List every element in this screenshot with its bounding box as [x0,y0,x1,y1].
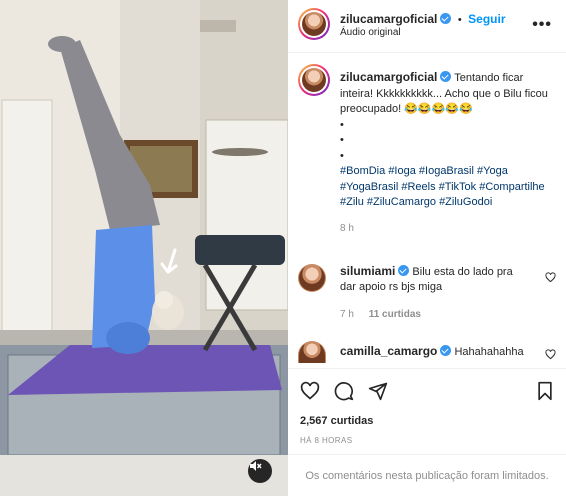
instagram-post-view: zilucamargoficial • Seguir Áudio origina… [0,0,566,496]
verified-badge-icon [440,13,452,24]
action-bar [288,368,566,409]
comment-text: Hahahahahha [454,346,524,358]
like-count[interactable]: 2,567 curtidas [300,415,373,427]
hashtag-link[interactable]: #Compartilhe [479,181,544,193]
hashtag-link[interactable]: #Zilu [340,196,364,208]
heart-icon[interactable] [545,349,556,360]
heart-icon [300,381,320,400]
post-timestamp[interactable]: HÁ 8 HORAS [300,436,352,445]
post-caption: zilucamargoficial Tentando ficar inteira… [340,70,550,236]
share-icon [368,382,388,401]
more-options-button[interactable]: ••• [532,16,552,34]
hashtag-link[interactable]: #YogaBrasil [340,181,398,193]
like-button[interactable] [300,381,320,401]
caption-author-avatar[interactable] [298,64,330,96]
audio-label[interactable]: Áudio original [340,27,401,38]
reel-video[interactable] [0,0,288,496]
author-username[interactable]: zilucamargoficial [340,12,437,26]
verified-badge-icon [398,265,410,276]
muted-speaker-icon [250,461,262,471]
save-button[interactable] [536,381,554,401]
hashtag-link[interactable]: #TikTok [439,181,477,193]
hashtag-link[interactable]: #ZiluGodoi [439,196,492,208]
heart-icon[interactable] [545,272,556,283]
verified-badge-icon [440,345,452,356]
caption-bullet: • [340,134,344,146]
post-header: zilucamargoficial • Seguir Áudio origina… [288,0,566,53]
mute-button[interactable] [248,459,272,483]
video-frame-illustration [0,0,288,496]
hashtag-list: #BomDia #Ioga #IogaBrasil #Yoga #YogaBra… [340,164,550,211]
hashtag-link[interactable]: #Reels [401,181,435,193]
dot-separator: • [457,14,462,26]
comment-button[interactable] [334,381,354,401]
caption-bullet: • [340,118,344,131]
comment-username[interactable]: silumiami [340,264,395,278]
comment-likes[interactable]: 11 curtidas [369,309,421,320]
comment-icon [334,382,354,401]
comment-meta: 7 h 11 curtidas [340,307,530,322]
follow-button[interactable]: Seguir [468,12,505,26]
bookmark-icon [538,381,552,401]
hashtag-link[interactable]: #BomDia [340,165,385,177]
hashtag-link[interactable]: #Yoga [477,165,508,177]
caption-timestamp[interactable]: 8 h [340,221,550,237]
caption-bullet: • [340,149,344,162]
comment-username[interactable]: camilla_camargo [340,344,437,358]
post-sidebar: zilucamargoficial • Seguir Áudio origina… [288,0,566,496]
comment-item: silumiami Bilu esta do lado pra dar apoi… [340,264,530,322]
author-avatar[interactable] [298,8,330,40]
caption-username[interactable]: zilucamargoficial [340,70,437,84]
hashtag-link[interactable]: #Ioga [388,165,416,177]
comments-limited-notice: Os comentários nesta publicação foram li… [288,454,566,497]
header-user-row: zilucamargoficial • Seguir [340,10,505,28]
share-button[interactable] [368,381,388,401]
comment-avatar[interactable] [298,341,326,363]
comment-item: camilla_camargo Hahahahahha [340,344,540,360]
comment-timestamp[interactable]: 7 h [340,309,354,320]
comment-avatar[interactable] [298,264,326,292]
verified-badge-icon [440,71,452,82]
hashtag-link[interactable]: #ZiluCamargo [367,196,436,208]
hashtag-link[interactable]: #IogaBrasil [419,165,474,177]
